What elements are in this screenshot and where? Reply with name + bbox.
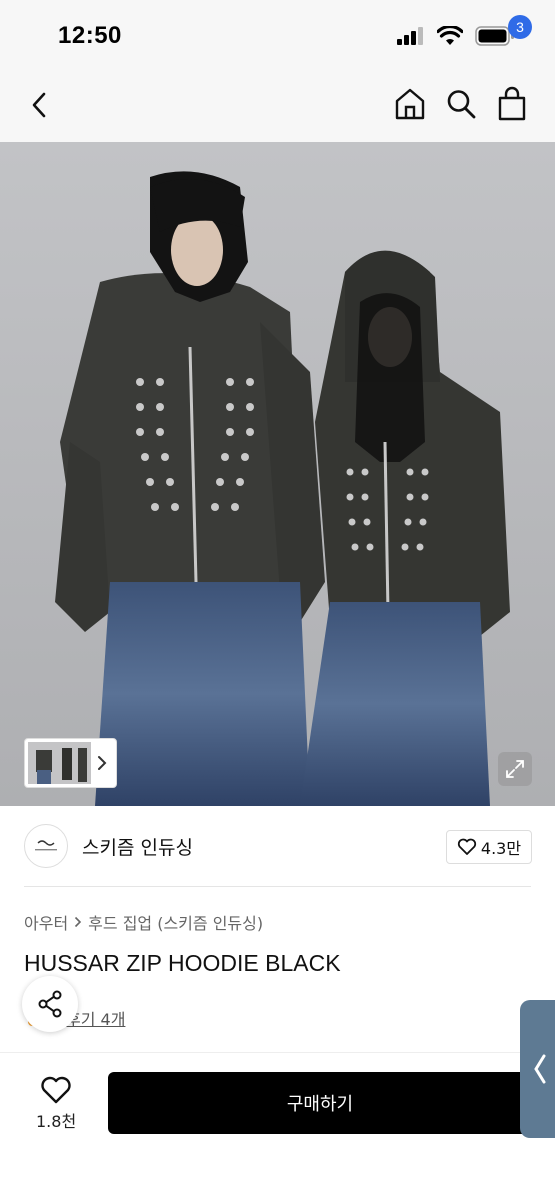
brand-name[interactable]: 스키즘 인듀싱 <box>82 833 193 860</box>
brand-logo[interactable] <box>24 824 68 868</box>
wifi-icon <box>437 26 463 45</box>
chevron-right-icon <box>75 916 82 928</box>
brand-like-count: 4.3만 <box>480 839 522 858</box>
cellular-signal-icon <box>397 27 423 45</box>
thumbnail-strip[interactable] <box>24 738 117 788</box>
status-bar: 12:50 <box>0 0 555 70</box>
divider <box>24 886 531 887</box>
product-photo <box>0 142 555 806</box>
status-time: 12:50 <box>58 22 122 49</box>
thumbnail-image[interactable] <box>28 742 92 784</box>
share-button[interactable] <box>22 976 78 1032</box>
cart-count-badge: 3 <box>508 15 532 39</box>
search-icon[interactable] <box>446 88 476 120</box>
breadcrumb-item[interactable]: 아우터 <box>24 910 68 934</box>
chevron-left-icon <box>534 1054 546 1084</box>
product-hero-image[interactable] <box>0 142 555 806</box>
breadcrumb-item[interactable]: 후드 집업 (스키즘 인듀싱) <box>88 910 263 934</box>
brand-like-button[interactable]: 4.3만 <box>446 830 532 864</box>
breadcrumb: 아우터 후드 집업 (스키즘 인듀싱) <box>24 910 263 934</box>
navigation-bar <box>0 70 555 142</box>
shopping-bag-icon[interactable] <box>496 86 528 122</box>
expand-icon[interactable] <box>498 752 532 786</box>
back-icon[interactable] <box>26 90 56 120</box>
home-icon[interactable] <box>394 87 426 121</box>
heart-icon <box>457 838 477 855</box>
share-icon <box>38 990 62 1018</box>
side-drawer-tab[interactable] <box>520 1000 555 1138</box>
buy-button[interactable]: 구매하기 <box>108 1072 532 1134</box>
brand-row: 스키즘 인듀싱 4.3만 <box>0 806 555 886</box>
product-title: HUSSAR ZIP HOODIE BLACK <box>24 950 341 976</box>
heart-icon[interactable] <box>40 1075 72 1105</box>
status-icons <box>397 26 515 46</box>
chevron-right-icon[interactable] <box>91 742 113 784</box>
wish-count: 1.8천 <box>36 1112 77 1131</box>
